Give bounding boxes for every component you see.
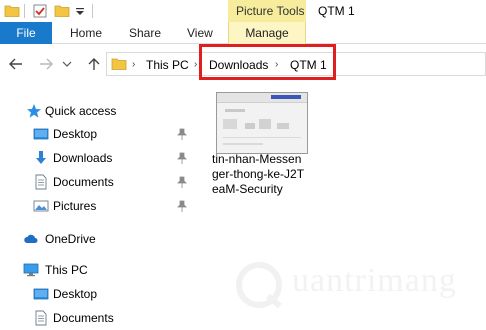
navigation-pane: Quick access Desktop Downloads Documents: [0, 82, 200, 330]
breadcrumb-chevron-icon[interactable]: ›: [132, 59, 135, 70]
nav-item-this-pc[interactable]: This PC: [0, 259, 200, 281]
nav-item-this-pc-documents[interactable]: Documents: [0, 307, 200, 329]
tab-file[interactable]: File: [0, 22, 52, 44]
file-name-line-3: eaM-Security: [212, 182, 283, 196]
computer-icon: [23, 263, 39, 277]
nav-item-quick-access[interactable]: Quick access: [0, 100, 200, 122]
desktop-folder-icon: [33, 128, 49, 140]
forward-arrow-icon[interactable]: [38, 56, 54, 72]
file-thumbnail[interactable]: [216, 92, 308, 154]
ribbon: Picture Tools File Home Share View Manag…: [0, 0, 486, 44]
nav-item-downloads[interactable]: Downloads: [0, 147, 200, 169]
tab-manage[interactable]: Manage: [228, 22, 306, 44]
nav-item-label: Downloads: [53, 151, 113, 165]
nav-item-pictures[interactable]: Pictures: [0, 195, 200, 217]
picture-tools-header: Picture Tools: [228, 0, 306, 22]
highlight-annotation: [199, 44, 336, 80]
download-arrow-icon: [36, 151, 46, 164]
tab-view[interactable]: View: [187, 22, 213, 44]
nav-item-label: Documents: [53, 311, 114, 325]
pin-icon[interactable]: [177, 128, 187, 140]
tab-share[interactable]: Share: [129, 22, 161, 44]
breadcrumb-chevron-icon[interactable]: ›: [194, 59, 197, 70]
picture-icon: [33, 200, 49, 212]
pin-icon[interactable]: [177, 176, 187, 188]
ribbon-tabs: File Home Share View Manage: [0, 22, 486, 44]
watermark: uantrimang: [232, 258, 472, 312]
nav-item-label: Desktop: [53, 127, 98, 141]
address-folder-icon: [111, 58, 127, 70]
back-arrow-icon[interactable]: [8, 56, 24, 72]
picture-tools-label: Picture Tools: [236, 4, 305, 18]
nav-item-this-pc-desktop[interactable]: Desktop: [0, 283, 200, 305]
file-name-line-2: ger-thong-ke-J2T: [212, 167, 305, 181]
watermark-text: uantrimang: [292, 262, 457, 299]
nav-item-label: This PC: [45, 263, 88, 277]
file-name-line-1: tin-nhan-Messen: [212, 152, 302, 166]
recent-locations-chevron-icon[interactable]: [62, 56, 72, 72]
screenshot-thumbnail-image: [217, 93, 307, 145]
star-icon: [27, 104, 41, 118]
pin-icon[interactable]: [177, 152, 187, 164]
up-arrow-icon[interactable]: [86, 56, 102, 72]
cloud-icon: [24, 234, 38, 243]
nav-item-documents[interactable]: Documents: [0, 171, 200, 193]
breadcrumb-this-pc[interactable]: This PC: [146, 58, 189, 72]
document-icon: [35, 310, 47, 326]
nav-item-desktop[interactable]: Desktop: [0, 123, 200, 145]
tab-home[interactable]: Home: [70, 22, 102, 44]
nav-item-label: Pictures: [53, 199, 97, 213]
document-icon: [35, 174, 47, 190]
pin-icon[interactable]: [177, 200, 187, 212]
nav-item-label: Quick access: [45, 104, 117, 118]
desktop-folder-icon: [33, 288, 49, 300]
nav-item-label: OneDrive: [45, 232, 96, 246]
watermark-logo: [236, 262, 282, 309]
nav-item-label: Desktop: [53, 287, 98, 301]
file-name[interactable]: tin-nhan-Messen ger-thong-ke-J2T eaM-Sec…: [212, 152, 322, 197]
nav-item-label: Documents: [53, 175, 114, 189]
nav-item-onedrive[interactable]: OneDrive: [0, 228, 200, 250]
